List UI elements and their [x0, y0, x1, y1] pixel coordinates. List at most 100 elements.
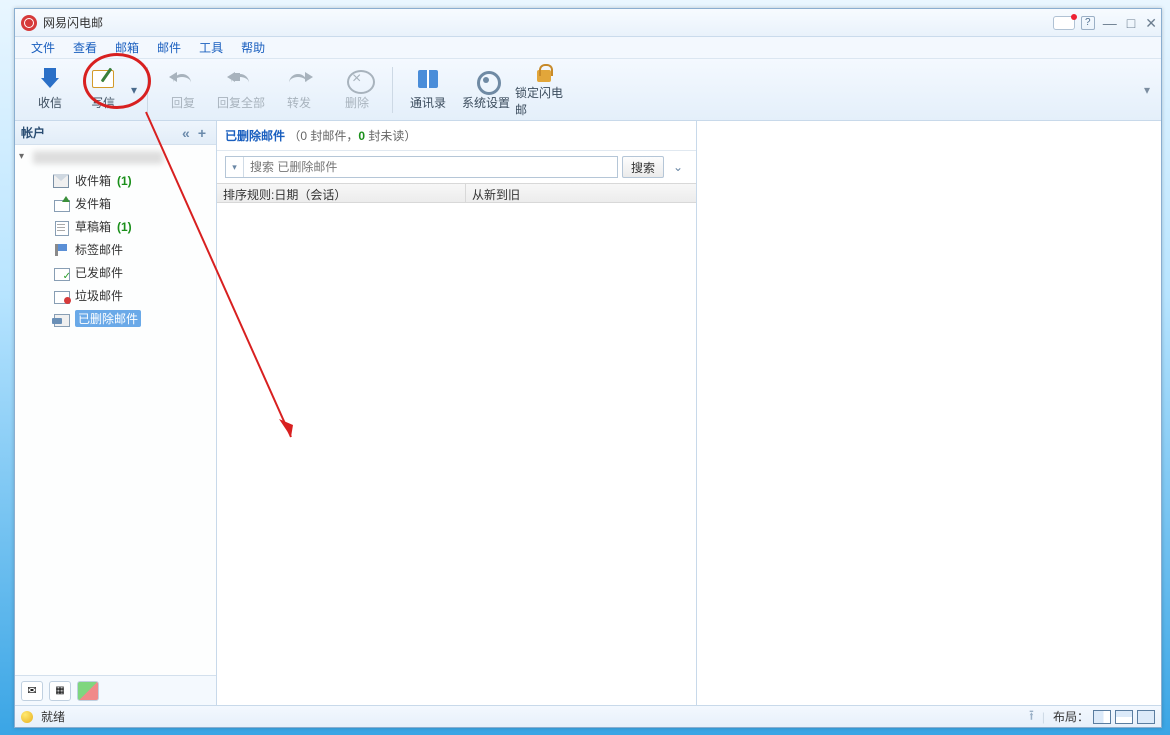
list-title: 已删除邮件	[225, 129, 285, 143]
menubar: 文件 查看 邮箱 邮件 工具 帮助	[15, 37, 1161, 59]
folder-count: (1)	[117, 220, 132, 234]
lock-icon	[530, 62, 558, 82]
delete-label: 删除	[345, 94, 369, 111]
folder-outbox[interactable]: 发件箱	[15, 192, 216, 215]
sidebar: 帐户 « + 收件箱 (1) 发件箱 草稿箱	[15, 121, 217, 705]
minimize-button[interactable]: —	[1103, 16, 1117, 30]
reply-all-label: 回复全部	[217, 94, 265, 111]
delete-button: 删除	[328, 62, 386, 118]
help-button[interactable]: ?	[1081, 16, 1095, 30]
settings-label: 系统设置	[462, 94, 510, 111]
tab-notes[interactable]	[77, 681, 99, 701]
folder-tree: 收件箱 (1) 发件箱 草稿箱 (1) 标签邮件	[15, 145, 216, 675]
layout-horizontal[interactable]	[1115, 710, 1133, 724]
sidebar-bottom-tabs: ✉ ▦	[15, 675, 216, 705]
drafts-icon	[53, 220, 69, 234]
sidebar-header-label: 帐户	[21, 124, 45, 141]
sidebar-add-account[interactable]: +	[194, 125, 210, 141]
receive-button[interactable]: 收信	[21, 62, 79, 118]
folder-drafts[interactable]: 草稿箱 (1)	[15, 215, 216, 238]
titlebar-tray: ?	[1053, 16, 1095, 30]
settings-button[interactable]: 系统设置	[457, 62, 515, 118]
reply-button: 回复	[154, 62, 212, 118]
menu-mail[interactable]: 邮件	[149, 37, 189, 58]
toolbar: 收信 写信 ▾ 回复 回复全部 转发 删除 通讯录	[15, 59, 1161, 121]
receive-label: 收信	[38, 94, 62, 111]
folder-label: 垃圾邮件	[75, 287, 123, 304]
folder-inbox[interactable]: 收件箱 (1)	[15, 169, 216, 192]
menu-file[interactable]: 文件	[23, 37, 63, 58]
download-icon	[36, 68, 64, 92]
folder-label: 已发邮件	[75, 264, 123, 281]
tab-calendar[interactable]: ▦	[49, 681, 71, 701]
mail-list-pane: 已删除邮件 （0 封邮件，0 封未读） ▾ 搜索 ⌄ 排序规则:日期（会话） 从…	[217, 121, 697, 705]
contacts-button[interactable]: 通讯录	[399, 62, 457, 118]
compose-dropdown[interactable]: ▾	[127, 62, 141, 118]
account-node[interactable]	[15, 149, 216, 169]
gear-icon	[472, 68, 500, 92]
reply-all-icon	[227, 68, 255, 92]
folder-deleted[interactable]: 已删除邮件	[15, 307, 216, 330]
menu-mailbox[interactable]: 邮箱	[107, 37, 147, 58]
app-title: 网易闪电邮	[43, 14, 103, 31]
folder-tagged[interactable]: 标签邮件	[15, 238, 216, 261]
status-text: 就绪	[41, 708, 65, 725]
list-header: 已删除邮件 （0 封邮件，0 封未读）	[217, 121, 696, 151]
folder-sent[interactable]: 已发邮件	[15, 261, 216, 284]
folder-label: 已删除邮件	[75, 310, 141, 327]
tab-mail[interactable]: ✉	[21, 681, 43, 701]
tag-icon	[53, 243, 69, 257]
layout-label: 布局：	[1053, 708, 1089, 725]
toolbar-separator	[392, 67, 393, 113]
outbox-icon	[53, 197, 69, 211]
spam-icon	[53, 289, 69, 303]
account-name	[33, 151, 163, 164]
app-icon	[21, 15, 37, 31]
maximize-button[interactable]: □	[1127, 16, 1135, 30]
delete-icon	[347, 70, 375, 94]
lock-label: 锁定闪电邮	[515, 84, 573, 118]
menu-tools[interactable]: 工具	[191, 37, 231, 58]
search-button[interactable]: 搜索	[622, 156, 664, 178]
sidebar-collapse[interactable]: «	[178, 125, 194, 141]
layout-switcher: 布局：	[1053, 708, 1155, 725]
statusbar: 就绪 ⭱ | 布局：	[15, 705, 1161, 727]
app-window: 网易闪电邮 ? — □ ✕ 文件 查看 邮箱 邮件 工具 帮助 收信	[14, 8, 1162, 728]
titlebar: 网易闪电邮 ? — □ ✕	[15, 9, 1161, 37]
lock-button[interactable]: 锁定闪电邮	[515, 62, 573, 118]
search-box: ▾	[225, 156, 618, 178]
sort-bar[interactable]: 排序规则:日期（会话） 从新到旧	[217, 183, 696, 203]
sort-order[interactable]: 从新到旧	[466, 184, 696, 202]
menu-help[interactable]: 帮助	[233, 37, 273, 58]
menu-view[interactable]: 查看	[65, 37, 105, 58]
sort-rule[interactable]: 排序规则:日期（会话）	[217, 184, 466, 202]
search-input[interactable]	[244, 157, 617, 177]
toolbar-expand[interactable]: ▾	[1139, 62, 1155, 118]
search-scope-dropdown[interactable]: ▾	[226, 157, 244, 177]
contacts-label: 通讯录	[410, 94, 446, 111]
layout-list[interactable]	[1137, 710, 1155, 724]
inbox-icon	[53, 174, 69, 188]
folder-label: 标签邮件	[75, 241, 123, 258]
attachment-icon[interactable]: ⭱	[1029, 705, 1034, 729]
layout-vertical[interactable]	[1093, 710, 1111, 724]
folder-spam[interactable]: 垃圾邮件	[15, 284, 216, 307]
folder-count: (1)	[117, 174, 132, 188]
sent-icon	[53, 266, 69, 280]
folder-label: 草稿箱	[75, 218, 111, 235]
forward-label: 转发	[287, 94, 311, 111]
reply-icon	[169, 68, 197, 92]
compose-button[interactable]: 写信	[79, 62, 127, 118]
close-button[interactable]: ✕	[1145, 16, 1157, 30]
sidebar-header: 帐户 « +	[15, 121, 216, 145]
contacts-icon	[414, 68, 442, 92]
deleted-icon	[53, 312, 69, 326]
bulb-icon	[21, 711, 33, 723]
compose-icon	[89, 68, 117, 92]
reply-label: 回复	[171, 94, 195, 111]
reply-all-button: 回复全部	[212, 62, 270, 118]
toolbar-separator	[147, 67, 148, 113]
notification-icon[interactable]	[1053, 16, 1075, 30]
compose-label: 写信	[91, 94, 115, 111]
search-options[interactable]: ⌄	[668, 156, 688, 178]
